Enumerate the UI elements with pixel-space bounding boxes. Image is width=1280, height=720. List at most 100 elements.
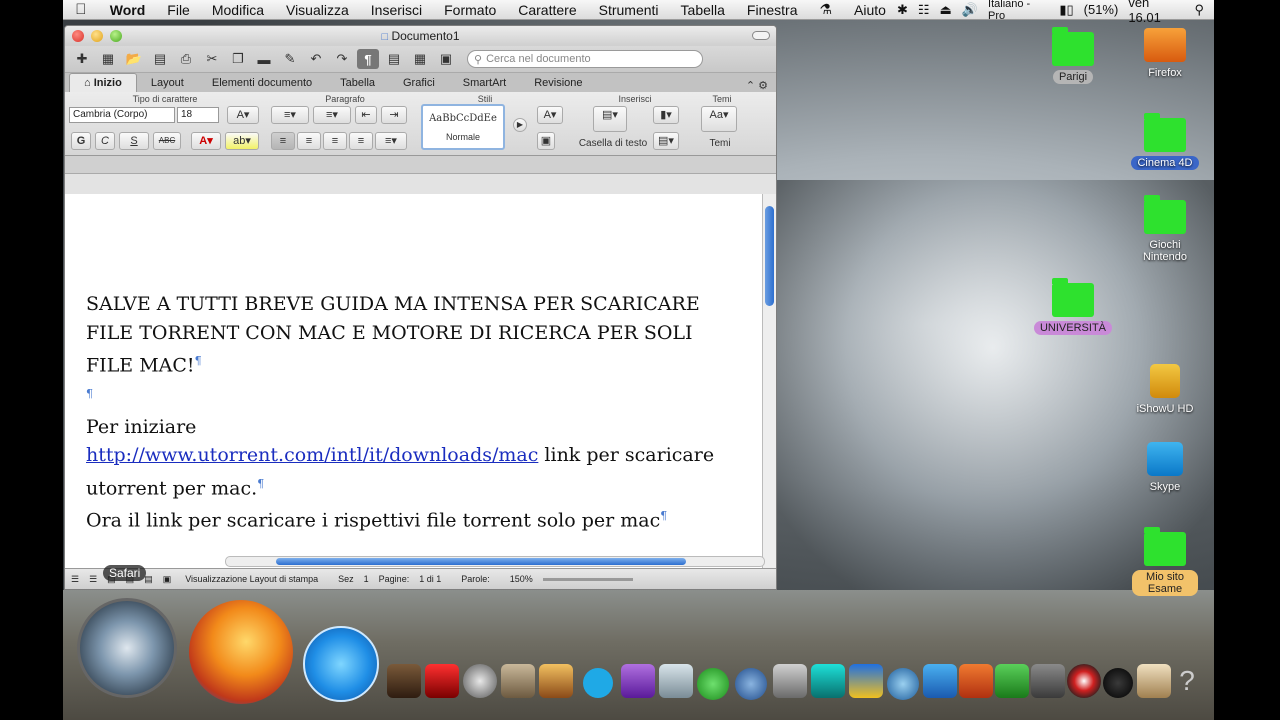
copy-icon[interactable]: ❐ [227, 49, 249, 69]
safari-icon[interactable] [77, 598, 177, 698]
numbering-button[interactable]: ≡▾ [313, 106, 351, 124]
iphoto-icon[interactable] [387, 664, 421, 698]
open-icon[interactable]: 📂 [123, 49, 145, 69]
tab-elementi-documento[interactable]: Elementi documento [198, 74, 326, 92]
volume-icon[interactable]: 🔊 [962, 2, 978, 18]
input-source[interactable]: Italiano - Pro [988, 0, 1049, 22]
minimize-button[interactable] [91, 30, 103, 42]
format-painter-icon[interactable]: ✎ [279, 49, 301, 69]
gimp-icon[interactable] [501, 664, 535, 698]
font-color-button[interactable]: A▾ [191, 132, 221, 150]
menu-tabella[interactable]: Tabella [670, 2, 736, 18]
menu-strumenti[interactable]: Strumenti [588, 2, 670, 18]
media-browser-icon[interactable]: ▣ [435, 49, 457, 69]
close-button[interactable] [72, 30, 84, 42]
toolbar-toggle-button[interactable] [752, 31, 770, 40]
dvd-player-icon[interactable] [1103, 668, 1133, 698]
tab-inizio[interactable]: ⌂ Inizio [69, 73, 137, 92]
tab-layout[interactable]: Layout [137, 74, 198, 92]
print-icon[interactable]: ⎙ [175, 49, 197, 69]
highlight-button[interactable]: ab▾ [225, 132, 259, 150]
wifi-icon[interactable]: ☷ [918, 2, 930, 18]
strikethrough-button[interactable]: ABC [153, 132, 181, 150]
undo-icon[interactable]: ↶ [305, 49, 327, 69]
vertical-scrollbar[interactable] [762, 194, 776, 570]
shape-button[interactable]: ▮▾ [653, 106, 679, 124]
screen-share-icon[interactable] [773, 664, 807, 698]
draft-view-icon[interactable]: ☰ [71, 574, 79, 585]
cut-icon[interactable]: ✂ [201, 49, 223, 69]
battery-icon[interactable]: ▮▯ [1059, 2, 1073, 18]
firefox-shortcut[interactable]: Firefox [1125, 28, 1205, 80]
folder-universita[interactable]: UNIVERSITÀ [1033, 278, 1113, 335]
redo-icon[interactable]: ↷ [331, 49, 353, 69]
decrease-indent-button[interactable]: ⇤ [355, 106, 377, 124]
folder-cinema-4d[interactable]: Cinema 4D [1125, 113, 1205, 170]
bluetooth-globe-icon[interactable] [735, 668, 767, 700]
firefox-icon[interactable] [189, 600, 293, 704]
imovie-icon[interactable] [425, 664, 459, 698]
bluetooth-icon[interactable]: ✱ [897, 2, 908, 18]
outline-view-icon[interactable]: ☰ [89, 574, 97, 585]
terminal-icon[interactable] [1031, 664, 1065, 698]
utorrent-icon[interactable] [697, 668, 729, 700]
script-menu-icon[interactable]: ⚗ [808, 1, 843, 18]
folder-giochi-nintendo[interactable]: Giochi Nintendo [1125, 195, 1205, 264]
menu-formato[interactable]: Formato [433, 2, 507, 18]
eject-icon[interactable]: ⏏ [940, 2, 952, 18]
menu-file[interactable]: File [156, 2, 201, 18]
horizontal-scrollbar[interactable] [225, 556, 765, 567]
align-left-button[interactable]: ≡ [271, 132, 295, 150]
utorrent-link[interactable]: http://www.utorrent.com/intl/it/download… [86, 444, 538, 466]
sidebar-icon[interactable]: ▦ [409, 49, 431, 69]
ribbon-collapse-icon[interactable]: ⌃ ⚙ [746, 79, 776, 92]
menu-app-name[interactable]: Word [99, 2, 157, 18]
transfer-icon[interactable] [849, 664, 883, 698]
style-normale[interactable]: AaBbCcDdEe Normale [421, 104, 505, 150]
tab-tabella[interactable]: Tabella [326, 74, 389, 92]
align-right-button[interactable]: ≡ [323, 132, 347, 150]
paste-icon[interactable]: ▬ [253, 49, 275, 69]
underline-button[interactable]: S [119, 132, 149, 150]
show-formatting-button[interactable]: ¶ [357, 49, 379, 69]
ruler[interactable] [65, 156, 776, 174]
help-icon[interactable]: ? [1173, 664, 1201, 698]
view-icon[interactable]: ▤ [383, 49, 405, 69]
justify-button[interactable]: ≡ [349, 132, 373, 150]
apple-menu-icon[interactable]:  [63, 1, 99, 18]
bold-button[interactable]: G [71, 132, 91, 150]
new-document-icon[interactable]: ✚ [71, 49, 93, 69]
themes-icon[interactable]: Aa▾ [701, 106, 737, 132]
menu-inserisci[interactable]: Inserisci [360, 2, 433, 18]
vertical-scroll-thumb[interactable] [765, 206, 774, 306]
menu-aiuto[interactable]: Aiuto [843, 2, 897, 18]
powerpoint-dock-icon[interactable] [959, 664, 993, 698]
preview-icon[interactable] [659, 664, 693, 698]
word-dock-icon[interactable] [923, 664, 957, 698]
garageband-icon[interactable] [539, 664, 573, 698]
tab-revisione[interactable]: Revisione [520, 74, 596, 92]
save-icon[interactable]: ▤ [149, 49, 171, 69]
text-effects-button[interactable]: A▾ [537, 106, 563, 124]
font-size-adjust-button[interactable]: A▾ [227, 106, 259, 124]
font-size-field[interactable]: 18 [177, 107, 219, 123]
ishowu-hd-drive[interactable]: iShowU HD [1125, 364, 1205, 416]
itunes-icon[interactable] [303, 626, 379, 702]
google-earth-icon[interactable] [887, 668, 919, 700]
menu-modifica[interactable]: Modifica [201, 2, 275, 18]
bullets-button[interactable]: ≡▾ [271, 106, 309, 124]
fullscreen-view-icon[interactable]: ▣ [163, 574, 172, 585]
styles-pane-icon[interactable]: ▣ [537, 132, 555, 150]
horizontal-scroll-thumb[interactable] [276, 558, 686, 565]
textbox-icon[interactable]: ▤▾ [593, 106, 627, 132]
clock[interactable]: ven 16.01 [1128, 0, 1184, 25]
line-spacing-button[interactable]: ≡▾ [375, 132, 407, 150]
document-text[interactable]: SALVE A TUTTI BREVE GUIDA MA INTENSA PER… [86, 290, 726, 535]
folder-mio-sito-esame[interactable]: Mio sito Esame [1125, 527, 1205, 596]
image-capture-icon[interactable] [1137, 664, 1171, 698]
italic-button[interactable]: C [95, 132, 115, 150]
zoom-button[interactable] [110, 30, 122, 42]
x-game-icon[interactable] [811, 664, 845, 698]
font-name-field[interactable]: Cambria (Corpo) [69, 107, 175, 123]
menu-finestra[interactable]: Finestra [736, 2, 809, 18]
